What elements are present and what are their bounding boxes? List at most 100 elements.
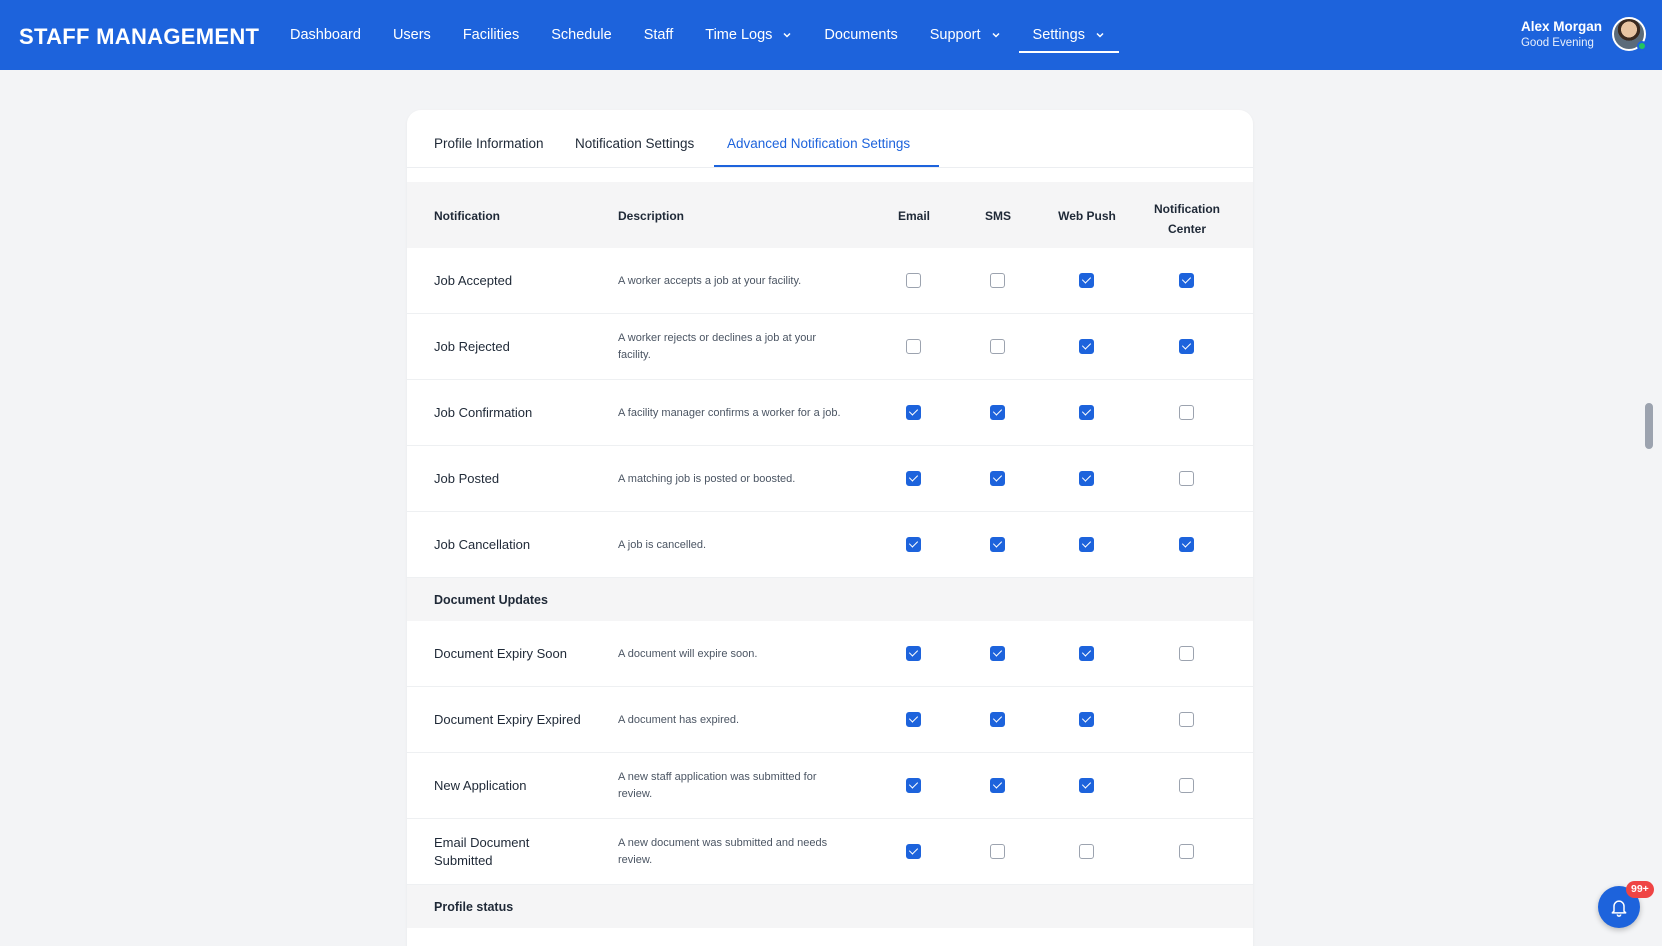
nav-label: Users (392, 27, 431, 43)
table-row: Job Posted A matching job is posted or bo… (407, 446, 1253, 512)
sms-checkbox[interactable] (990, 712, 1005, 727)
push-checkbox[interactable] (1079, 339, 1094, 354)
email-checkbox[interactable] (906, 778, 921, 793)
section-header-document-updates: Document Updates (407, 578, 1253, 621)
scrollbar-thumb[interactable] (1645, 403, 1653, 449)
column-header-line: Center (1167, 222, 1206, 236)
email-checkbox[interactable] (906, 339, 921, 354)
sms-checkbox[interactable] (990, 646, 1005, 661)
user-menu[interactable]: Alex Morgan Good Evening (1521, 17, 1647, 51)
tab-profile-information[interactable]: Profile Information (434, 136, 544, 151)
email-checkbox[interactable] (906, 712, 921, 727)
email-checkbox[interactable] (906, 405, 921, 420)
notification-count-badge: 99+ (1626, 881, 1654, 898)
nav-staff[interactable]: Staff (630, 0, 688, 70)
center-checkbox[interactable] (1179, 405, 1194, 420)
push-checkbox[interactable] (1079, 778, 1094, 793)
app-title: STAFF MANAGEMENT (19, 24, 260, 49)
notification-description: A worker accepts a job at your facility. (618, 274, 802, 287)
nav-settings[interactable]: Settings (1018, 0, 1120, 70)
notification-name: Job Cancellation (434, 537, 531, 552)
notification-name: Document Expiry Soon (434, 646, 567, 661)
push-checkbox[interactable] (1079, 537, 1094, 552)
table-row: New Application A new staff application w… (407, 753, 1253, 819)
sms-checkbox[interactable] (990, 273, 1005, 288)
user-info: Alex Morgan Good Evening (1521, 19, 1602, 49)
settings-card: Profile Information Notification Setting… (407, 110, 1253, 946)
tab-notification-settings[interactable]: Notification Settings (575, 136, 694, 151)
notification-description: A worker rejects or declines a job at yo… (618, 332, 817, 361)
user-name: Alex Morgan (1520, 19, 1602, 34)
email-checkbox[interactable] (906, 273, 921, 288)
notification-name: Job Confirmation (434, 405, 533, 420)
column-header-line: Notification (1154, 202, 1220, 216)
nav-support[interactable]: Support (916, 0, 1015, 70)
push-checkbox[interactable] (1079, 273, 1094, 288)
section-label: Profile status (434, 900, 514, 914)
notification-description: A facility manager confirms a worker for… (618, 406, 841, 419)
nav-time-logs[interactable]: Time Logs (691, 0, 806, 70)
nav-facilities[interactable]: Facilities (449, 0, 533, 70)
nav-schedule[interactable]: Schedule (537, 0, 625, 70)
notification-description: A job is cancelled. (618, 538, 707, 551)
push-checkbox[interactable] (1079, 646, 1094, 661)
table-row: Job Confirmation A facility manager confi… (407, 380, 1253, 446)
sms-checkbox[interactable] (990, 537, 1005, 552)
column-header-sms: SMS (984, 209, 1011, 223)
center-checkbox[interactable] (1179, 339, 1194, 354)
table-row: Job Rejected A worker rejects or declines… (407, 314, 1253, 380)
sms-checkbox[interactable] (990, 778, 1005, 793)
email-checkbox[interactable] (906, 537, 921, 552)
sms-checkbox[interactable] (990, 339, 1005, 354)
avatar[interactable] (1612, 17, 1647, 51)
nav-label: Settings (1032, 27, 1085, 43)
column-header-web-push: Web Push (1058, 209, 1116, 223)
notification-name: New Application (434, 778, 527, 793)
nav-documents[interactable]: Documents (810, 0, 911, 70)
notification-description: A document will expire soon. (618, 647, 758, 660)
notification-name: Job Rejected (434, 339, 510, 354)
sms-checkbox[interactable] (990, 405, 1005, 420)
nav-label: Time Logs (705, 27, 773, 43)
section-header-profile-status: Profile status (407, 885, 1253, 928)
notification-name: Document Expiry Expired (434, 712, 581, 727)
table-row: Document Expiry Expired A document has ex… (407, 687, 1253, 753)
chevron-down-icon (1096, 32, 1104, 38)
notification-name: Email Document Submitted (434, 835, 530, 868)
sms-checkbox[interactable] (990, 471, 1005, 486)
nav-label: Documents (824, 27, 898, 43)
center-checkbox[interactable] (1179, 471, 1194, 486)
nav-label: Dashboard (290, 27, 361, 43)
bell-icon (1611, 900, 1627, 917)
center-checkbox[interactable] (1179, 646, 1194, 661)
center-checkbox[interactable] (1179, 273, 1194, 288)
center-checkbox[interactable] (1179, 778, 1194, 793)
column-header-notification: Notification (434, 209, 500, 223)
table-row: Email Document Submitted A new document w… (407, 819, 1253, 885)
nav-dashboard[interactable]: Dashboard (276, 0, 375, 70)
center-checkbox[interactable] (1179, 712, 1194, 727)
push-checkbox[interactable] (1079, 712, 1094, 727)
push-checkbox[interactable] (1079, 844, 1094, 859)
nav-label: Staff (643, 27, 674, 43)
user-greeting: Good Evening (1520, 37, 1594, 49)
section-label: Document Updates (434, 593, 548, 607)
table-row: Job Accepted A worker accepts a job at yo… (407, 248, 1253, 314)
column-header-email: Email (897, 209, 930, 223)
sms-checkbox[interactable] (990, 844, 1005, 859)
active-tab-indicator (714, 165, 939, 167)
nav-label: Facilities (462, 27, 520, 43)
table-header: Notification Description Email SMS Web P… (407, 182, 1253, 248)
email-checkbox[interactable] (906, 471, 921, 486)
nav-users[interactable]: Users (379, 0, 445, 70)
email-checkbox[interactable] (906, 646, 921, 661)
push-checkbox[interactable] (1079, 471, 1094, 486)
column-header-notification-center: Notification Center (1144, 199, 1230, 239)
notification-description: A matching job is posted or boosted. (618, 472, 796, 485)
tab-advanced-notification-settings[interactable]: Advanced Notification Settings (727, 136, 910, 151)
notification-name: Job Posted (434, 471, 500, 486)
email-checkbox[interactable] (906, 844, 921, 859)
center-checkbox[interactable] (1179, 537, 1194, 552)
push-checkbox[interactable] (1079, 405, 1094, 420)
center-checkbox[interactable] (1179, 844, 1194, 859)
